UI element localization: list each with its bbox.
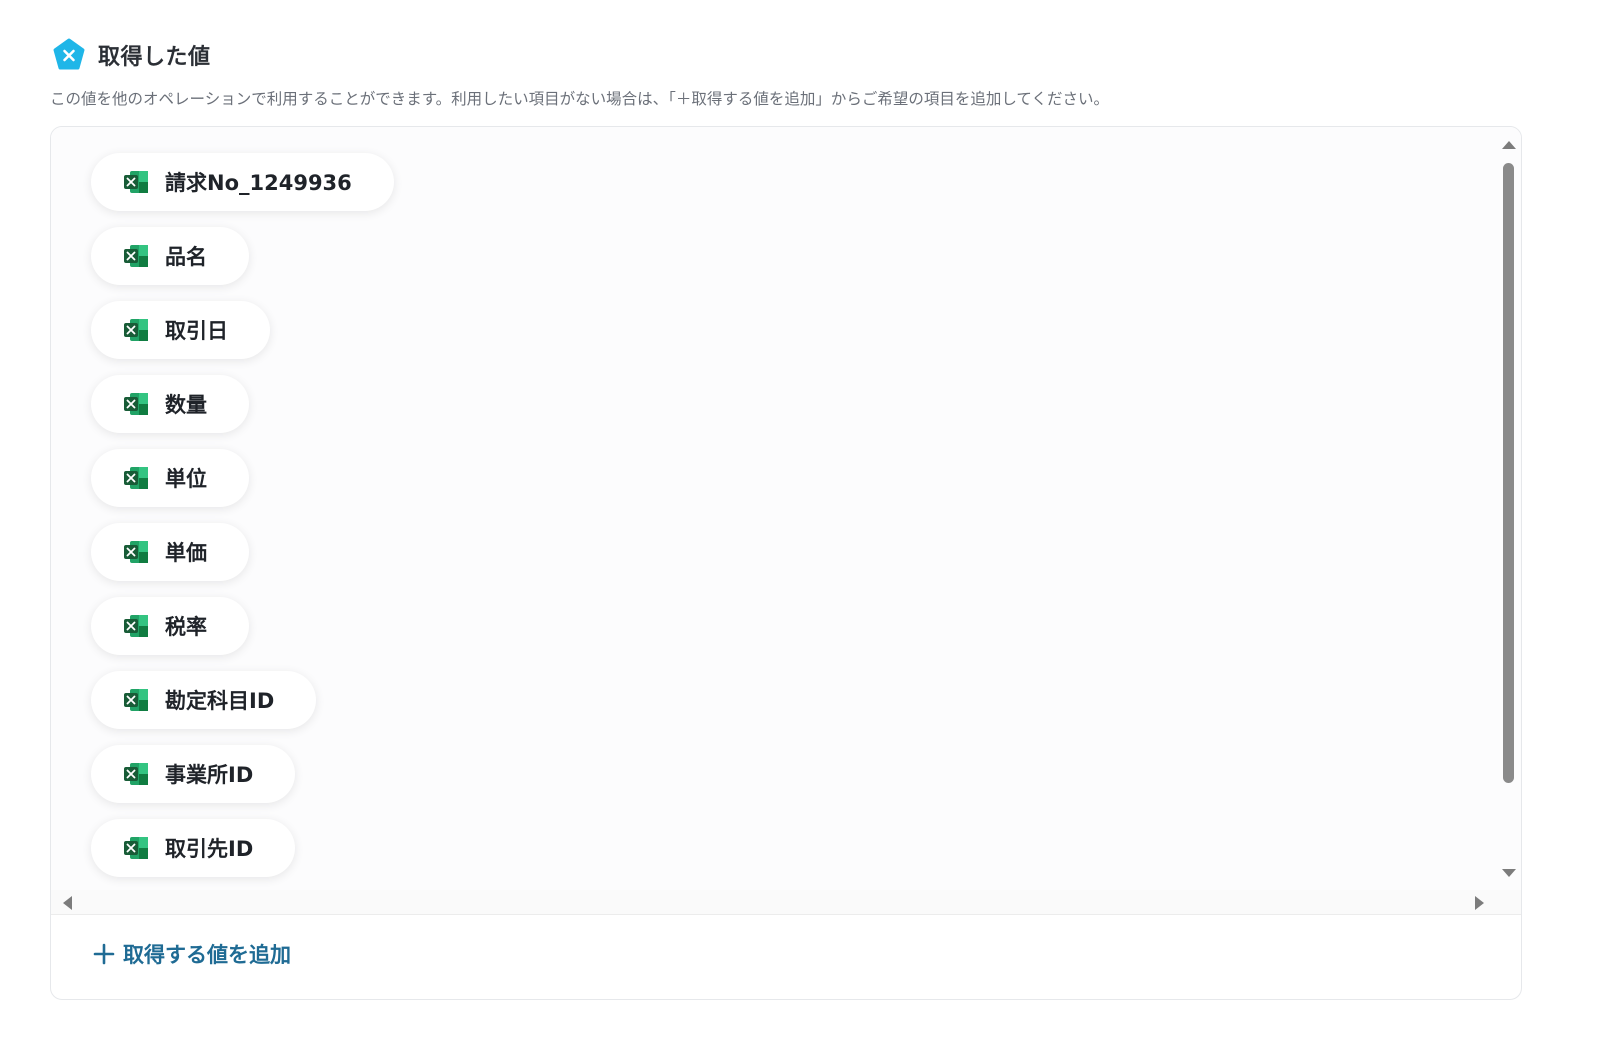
excel-icon xyxy=(124,837,148,859)
scroll-up-arrow-icon[interactable] xyxy=(1502,141,1516,149)
value-chip-label: 税率 xyxy=(165,615,207,639)
value-chip-label: 取引先ID xyxy=(165,837,254,861)
value-chip[interactable]: 請求No_1249936 xyxy=(91,153,394,211)
vertical-scrollbar[interactable] xyxy=(1495,127,1521,890)
value-chip-label: 単位 xyxy=(165,467,207,491)
value-chip-label: 取引日 xyxy=(165,319,228,343)
section-title: 取得した値 xyxy=(98,45,211,70)
excel-icon xyxy=(124,615,148,637)
section-description: この値を他のオペレーションで利用することができます。利用したい項目がない場合は、… xyxy=(50,90,1109,108)
excel-icon xyxy=(124,171,148,193)
add-value-label: 取得する値を追加 xyxy=(123,943,291,967)
value-chip-label: 勘定科目ID xyxy=(165,689,275,713)
excel-icon xyxy=(124,245,148,267)
horizontal-scrollbar[interactable] xyxy=(51,890,1521,915)
value-chip[interactable]: 単価 xyxy=(91,523,249,581)
excel-icon xyxy=(124,763,148,785)
value-chip-label: 事業所ID xyxy=(165,763,254,787)
value-chip-label: 請求No_1249936 xyxy=(165,171,352,195)
excel-icon xyxy=(124,467,148,489)
value-chip[interactable]: 数量 xyxy=(91,375,249,433)
value-chip-label: 単価 xyxy=(165,541,207,565)
vertical-scroll-thumb[interactable] xyxy=(1503,163,1514,783)
plus-icon xyxy=(93,943,115,965)
scroll-right-arrow-icon[interactable] xyxy=(1475,896,1484,910)
value-chip[interactable]: 事業所ID xyxy=(91,745,296,803)
value-chip[interactable]: 勘定科目ID xyxy=(91,671,317,729)
excel-icon xyxy=(124,393,148,415)
value-chip[interactable]: 品名 xyxy=(91,227,249,285)
scroll-left-arrow-icon[interactable] xyxy=(63,896,72,910)
section-header: 取得した値 xyxy=(52,38,211,72)
value-chip[interactable]: 取引日 xyxy=(91,301,270,359)
value-chip-label: 数量 xyxy=(165,393,207,417)
excel-icon xyxy=(124,689,148,711)
scroll-down-arrow-icon[interactable] xyxy=(1502,869,1516,877)
excel-icon xyxy=(124,319,148,341)
close-badge-icon xyxy=(53,38,85,70)
value-chip[interactable]: 税率 xyxy=(91,597,249,655)
values-panel: 請求No_1249936 品名 取引日 数量 単位 単価 税率 勘定科目ID 事… xyxy=(50,126,1522,1000)
value-chip-label: 品名 xyxy=(165,245,207,269)
values-list[interactable]: 請求No_1249936 品名 取引日 数量 単位 単価 税率 勘定科目ID 事… xyxy=(51,127,1495,890)
value-chip[interactable]: 単位 xyxy=(91,449,249,507)
excel-icon xyxy=(124,541,148,563)
value-chip[interactable]: 取引先ID xyxy=(91,819,296,877)
add-value-button[interactable]: 取得する値を追加 xyxy=(93,939,291,969)
